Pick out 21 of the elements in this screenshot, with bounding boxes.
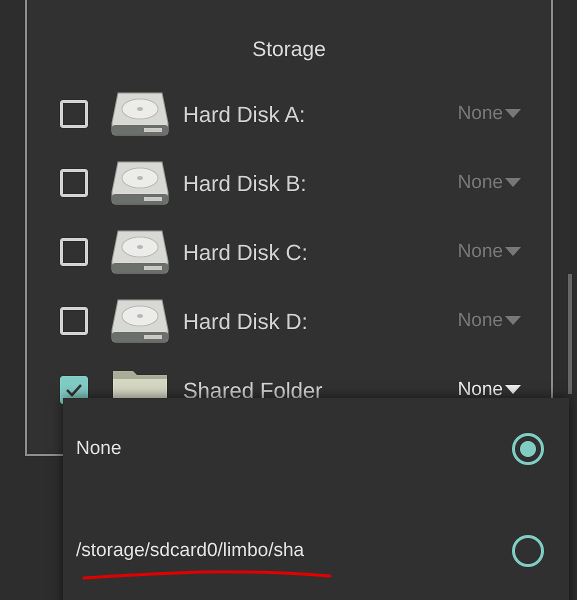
radio-button[interactable] xyxy=(512,535,544,567)
radio-button[interactable] xyxy=(512,433,544,465)
checkbox[interactable] xyxy=(60,100,88,128)
drive-label: Hard Disk D: xyxy=(183,308,309,336)
drive-label: Hard Disk A: xyxy=(183,100,306,128)
checkbox[interactable] xyxy=(60,307,88,335)
caret-icon xyxy=(505,385,521,395)
drive-label: Hard Disk C: xyxy=(183,238,309,266)
drive-dropdown[interactable]: None xyxy=(458,100,521,128)
checkbox[interactable] xyxy=(60,238,88,266)
drive-label: Hard Disk B: xyxy=(183,170,308,198)
caret-icon xyxy=(505,247,521,257)
drive-dropdown[interactable]: None xyxy=(458,238,521,266)
drive-dropdown[interactable]: None xyxy=(458,168,521,198)
checkbox[interactable] xyxy=(60,169,88,197)
caret-icon xyxy=(505,109,521,119)
drive-dropdown[interactable]: None xyxy=(458,306,521,336)
panel-title: Storage xyxy=(252,37,326,63)
option-item[interactable]: /storage/sdcard0/limbo/sha xyxy=(63,500,569,600)
caret-icon xyxy=(505,316,521,326)
caret-icon xyxy=(505,178,521,188)
